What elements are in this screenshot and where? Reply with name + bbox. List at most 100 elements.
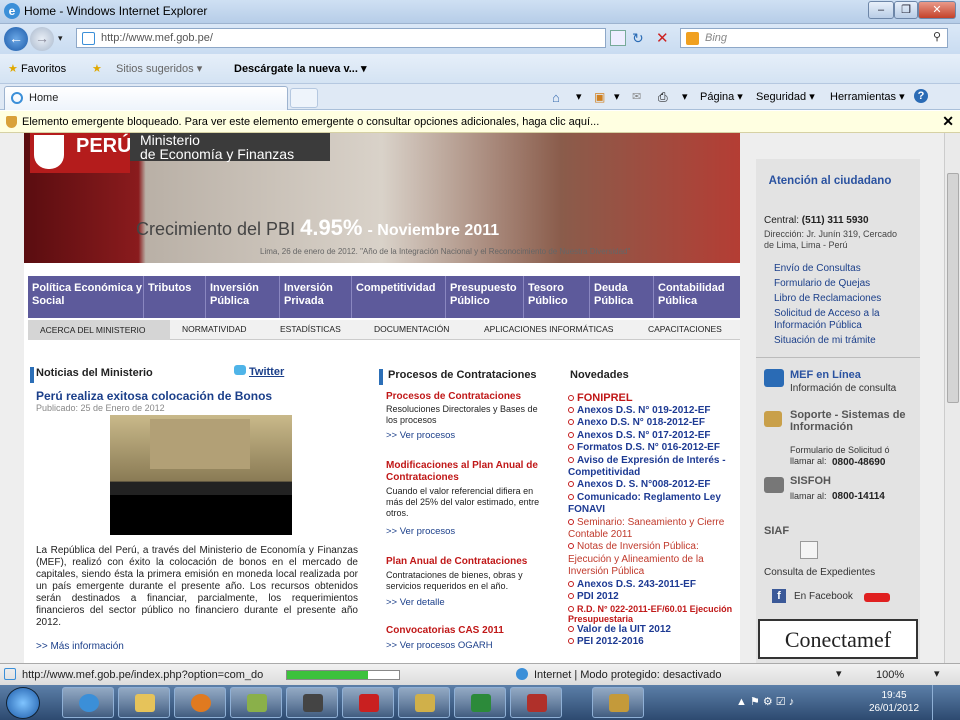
proc-4-link[interactable]: >> Ver procesos OGARH <box>386 640 493 652</box>
proc-2-title[interactable]: Modificaciones al Plan Anual de Contrata… <box>386 460 546 484</box>
help-icon[interactable]: ? <box>914 89 928 103</box>
menu-presupuesto[interactable]: Presupuesto Público <box>446 276 524 318</box>
home-icon[interactable]: ⌂ <box>552 90 560 105</box>
submenu-normatividad[interactable]: NORMATIVIDAD <box>182 324 247 334</box>
link-acceso-informacion[interactable]: Solicitud de Acceso a la Información Púb… <box>774 308 910 332</box>
submenu-acerca[interactable]: ACERCA DEL MINISTERIO <box>28 320 170 340</box>
taskbar-app-7[interactable] <box>398 687 450 718</box>
submenu-capacitaciones[interactable]: CAPACITACIONES <box>648 324 722 334</box>
proc-4-title[interactable]: Convocatorias CAS 2011 <box>386 625 546 637</box>
update-item[interactable]: PEI 2012-2016 <box>568 636 738 648</box>
menu-tributos[interactable]: Tributos <box>144 276 206 318</box>
update-item[interactable]: Anexo D.S. N° 018-2012-EF <box>568 417 738 429</box>
page-menu[interactable]: Página ▾ <box>700 90 743 103</box>
update-item[interactable]: Comunicado: Reglamento Ley FONAVI <box>568 492 738 517</box>
address-input[interactable]: http://www.mef.gob.pe/ <box>76 28 606 48</box>
taskbar-media[interactable] <box>174 687 226 718</box>
zoom-dropdown-icon[interactable]: ▾ <box>836 667 842 680</box>
close-infobar-icon[interactable]: ✕ <box>942 113 954 130</box>
proc-2-link[interactable]: >> Ver procesos <box>386 526 455 538</box>
link-envio-consultas[interactable]: Envío de Consultas <box>774 263 910 275</box>
sisfoh-title[interactable]: SISFOH <box>790 475 831 487</box>
update-item[interactable]: Valor de la UIT 2012 <box>568 624 738 636</box>
menu-contabilidad[interactable]: Contabilidad Pública <box>654 276 740 318</box>
twitter-link[interactable]: Twitter <box>234 365 284 378</box>
update-item[interactable]: Formatos D.S. N° 016-2012-EF <box>568 442 738 454</box>
news-more-link[interactable]: >> Más información <box>36 641 124 653</box>
vertical-scrollbar[interactable] <box>944 133 960 663</box>
security-menu[interactable]: Seguridad ▾ <box>756 90 815 103</box>
menu-inversion-privada[interactable]: Inversión Privada <box>280 276 352 318</box>
taskbar-app-5[interactable] <box>286 687 338 718</box>
search-input[interactable]: Bing ⚲ <box>680 28 948 48</box>
update-item[interactable]: Anexos D.S. N° 019-2012-EF <box>568 405 738 417</box>
feeds-dropdown-icon[interactable]: ▾ <box>614 90 620 103</box>
menu-competitividad[interactable]: Competitividad <box>352 276 446 318</box>
proc-3-title[interactable]: Plan Anual de Contrataciones <box>386 556 546 568</box>
new-tab-button[interactable] <box>290 88 318 108</box>
conectamef-banner[interactable]: Conectamef <box>758 619 918 659</box>
taskbar-ie[interactable] <box>62 687 114 718</box>
news-title-link[interactable]: Perú realiza exitosa colocación de Bonos <box>36 389 272 403</box>
menu-inversion-publica[interactable]: Inversión Pública <box>206 276 280 318</box>
update-item[interactable]: PDI 2012 <box>568 591 738 603</box>
feeds-icon[interactable]: ▣ <box>594 90 605 104</box>
update-item[interactable]: Anexos D.S. 243-2011-EF <box>568 579 738 591</box>
submenu-estadisticas[interactable]: ESTADÍSTICAS <box>280 324 341 334</box>
proc-1-title[interactable]: Procesos de Contrataciones <box>386 391 546 403</box>
maximize-button[interactable]: ❐ <box>894 1 918 19</box>
scroll-thumb[interactable] <box>947 173 959 403</box>
submenu-documentacion[interactable]: DOCUMENTACIÓN <box>374 324 449 334</box>
security-zone[interactable]: Internet | Modo protegido: desactivado <box>534 669 722 681</box>
link-libro-reclamaciones[interactable]: Libro de Reclamaciones <box>774 293 910 305</box>
show-desktop-button[interactable] <box>932 685 960 720</box>
compat-view-icon[interactable] <box>610 30 626 46</box>
update-item[interactable]: R.D. N° 022-2011-EF/60.01 Ejecución Pres… <box>568 604 738 624</box>
zoom-options-icon[interactable]: ▾ <box>934 667 940 680</box>
back-button[interactable]: ← <box>4 27 28 51</box>
stop-icon[interactable]: ✕ <box>656 29 669 47</box>
start-button[interactable] <box>6 687 40 719</box>
print-dropdown-icon[interactable]: ▾ <box>682 90 688 103</box>
tray-icons[interactable]: ▲ ⚑ ⚙ ☑ ♪ <box>736 695 846 709</box>
menu-deuda[interactable]: Deuda Pública <box>590 276 654 318</box>
link-situacion-tramite[interactable]: Situación de mi trámite <box>774 335 910 347</box>
zoom-level[interactable]: 100% <box>876 669 904 681</box>
clock[interactable]: 19:45 26/01/2012 <box>864 689 924 715</box>
taskbar-explorer[interactable] <box>118 687 170 718</box>
submenu-aplicaciones[interactable]: APLICACIONES INFORMÁTICAS <box>484 324 613 334</box>
support-title[interactable]: Soporte - Sistemas de Información <box>790 409 918 433</box>
update-foniprel[interactable]: FONIPREL <box>568 391 738 405</box>
history-dropdown-icon[interactable]: ▾ <box>58 33 63 44</box>
taskbar-acrobat[interactable] <box>342 687 394 718</box>
update-item[interactable]: Aviso de Expresión de Interés - Competit… <box>568 455 738 480</box>
update-item[interactable]: Notas de Inversión Pública: Ejecución y … <box>568 541 738 578</box>
taskbar-app-9[interactable] <box>510 687 562 718</box>
home-dropdown-icon[interactable]: ▾ <box>576 90 582 103</box>
menu-tesoro[interactable]: Tesoro Público <box>524 276 590 318</box>
news-image[interactable] <box>110 415 292 535</box>
forward-button[interactable]: → <box>30 27 54 51</box>
favorites-button[interactable]: ★ Favoritos <box>8 62 66 75</box>
suggested-sites-button[interactable]: Sitios sugeridos ▾ <box>116 62 202 75</box>
facebook-icon[interactable]: f <box>772 589 786 603</box>
minimize-button[interactable]: – <box>868 1 894 19</box>
facebook-link[interactable]: En Facebook <box>794 591 853 602</box>
print-icon[interactable]: ⎙ <box>658 90 668 105</box>
popup-blocked-infobar[interactable]: Elemento emergente bloqueado. Para ver e… <box>0 111 960 133</box>
add-favorite-icon[interactable]: ★ <box>92 62 102 75</box>
mef-online-title[interactable]: MEF en Línea <box>790 369 861 381</box>
update-item[interactable]: Anexos D.S. N° 017-2012-EF <box>568 430 738 442</box>
refresh-icon[interactable]: ↻ <box>632 30 644 47</box>
taskbar-excel[interactable] <box>454 687 506 718</box>
link-formulario-quejas[interactable]: Formulario de Quejas <box>774 278 910 290</box>
search-icon[interactable]: ⚲ <box>933 30 941 43</box>
taskbar-app-4[interactable] <box>230 687 282 718</box>
menu-politica[interactable]: Política Económica y Social <box>28 276 144 318</box>
tools-menu[interactable]: Herramientas ▾ <box>830 90 905 103</box>
siaf-title[interactable]: SIAF <box>764 525 789 537</box>
mail-icon[interactable]: ✉ <box>632 90 641 103</box>
taskbar-siaf[interactable] <box>592 687 644 718</box>
close-window-button[interactable]: ✕ <box>918 1 956 19</box>
proc-3-link[interactable]: >> Ver detalle <box>386 597 445 609</box>
